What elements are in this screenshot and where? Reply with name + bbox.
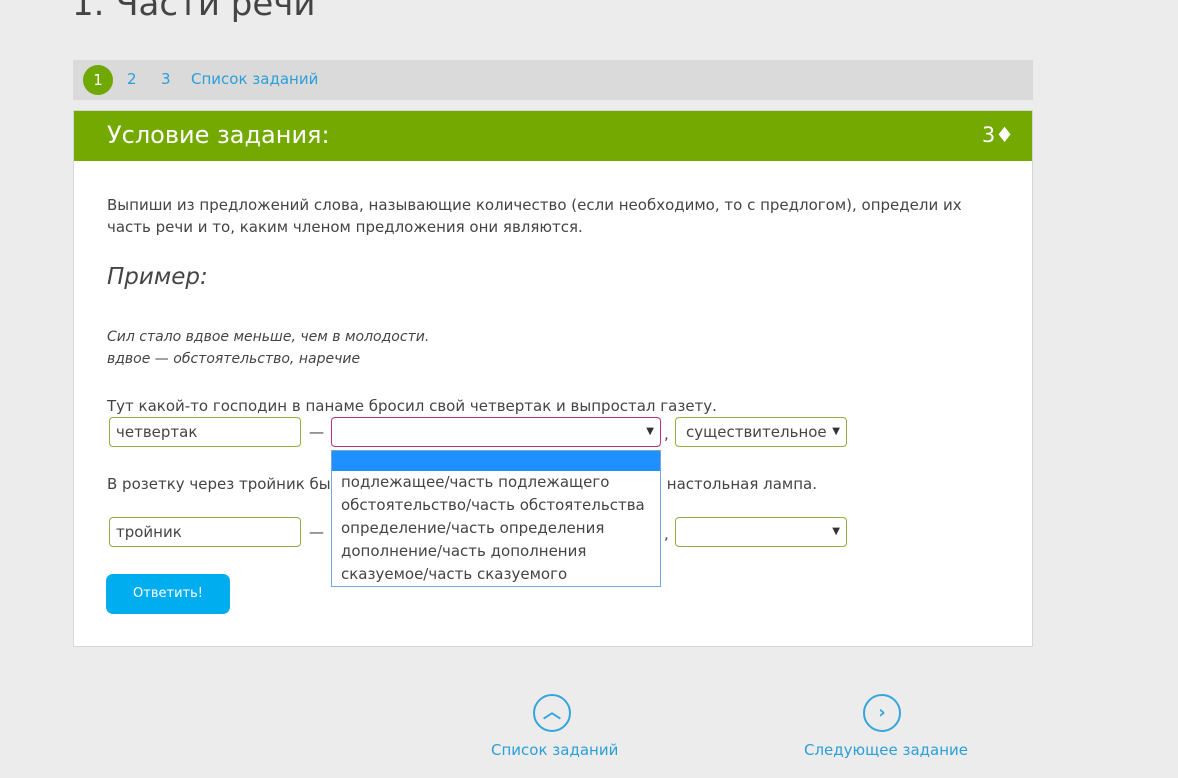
dropdown-option-empty-selected[interactable] xyxy=(332,451,660,471)
dropdown-option[interactable]: определение/часть определения xyxy=(332,517,660,540)
nav-task-3[interactable]: 3 xyxy=(161,70,171,88)
dropdown-option[interactable]: подлежащее/часть подлежащего xyxy=(332,471,660,494)
example-line-2: вдвое — обстоятельство, наречие xyxy=(107,351,361,367)
example-title: Пример: xyxy=(107,264,208,290)
footer-next-task-link[interactable]: Следующее задание xyxy=(804,741,968,759)
pos-select-1[interactable]: существительное ▼ xyxy=(675,417,847,447)
dropdown-option[interactable]: дополнение/часть дополнения xyxy=(332,540,660,563)
nav-task-1-current[interactable]: 1 xyxy=(83,65,113,95)
word-input-1[interactable]: четвертак xyxy=(109,417,301,447)
submit-button[interactable]: Ответить! xyxy=(106,574,230,614)
footer-task-list-link[interactable]: Список заданий xyxy=(491,741,618,759)
nav-task-2[interactable]: 2 xyxy=(127,70,137,88)
task-header: Условие задания: 3♦ xyxy=(74,111,1032,161)
sentence-1: Тут какой-то господин в панаме бросил св… xyxy=(107,397,717,415)
task-nav: 1 2 3 Список заданий xyxy=(73,60,1033,100)
comma: , xyxy=(664,425,669,443)
task-header-title: Условие задания: xyxy=(107,121,330,149)
nav-task-list-link[interactable]: Список заданий xyxy=(191,70,318,88)
page-title: 1. Части речи xyxy=(72,0,316,24)
instruction: Выпиши из предложений слова, называющие … xyxy=(107,196,962,236)
comma: , xyxy=(664,525,669,543)
dropdown-arrow-icon: ▼ xyxy=(646,426,654,437)
word-input-2[interactable]: тройник xyxy=(109,517,301,547)
chevron-right-icon[interactable]: › xyxy=(863,694,901,732)
dropdown-arrow-icon: ▼ xyxy=(832,426,840,437)
dash: — xyxy=(309,523,324,541)
role-select-1[interactable]: ▼ xyxy=(331,417,661,447)
pos-select-2[interactable]: ▼ xyxy=(675,517,847,547)
chevron-up-icon[interactable]: ︿ xyxy=(533,694,571,732)
pos-select-value: существительное xyxy=(686,423,827,441)
dropdown-option[interactable]: обстоятельство/часть обстоятельства xyxy=(332,494,660,517)
dropdown-option[interactable]: сказуемое/часть сказуемого xyxy=(332,563,660,586)
role-dropdown-list: подлежащее/часть подлежащего обстоятельс… xyxy=(331,450,661,587)
dash: — xyxy=(309,423,324,441)
dropdown-arrow-icon: ▼ xyxy=(832,526,840,537)
example-line-1: Сил стало вдвое меньше, чем в молодости. xyxy=(107,329,430,345)
task-points: 3♦ xyxy=(981,123,1014,147)
